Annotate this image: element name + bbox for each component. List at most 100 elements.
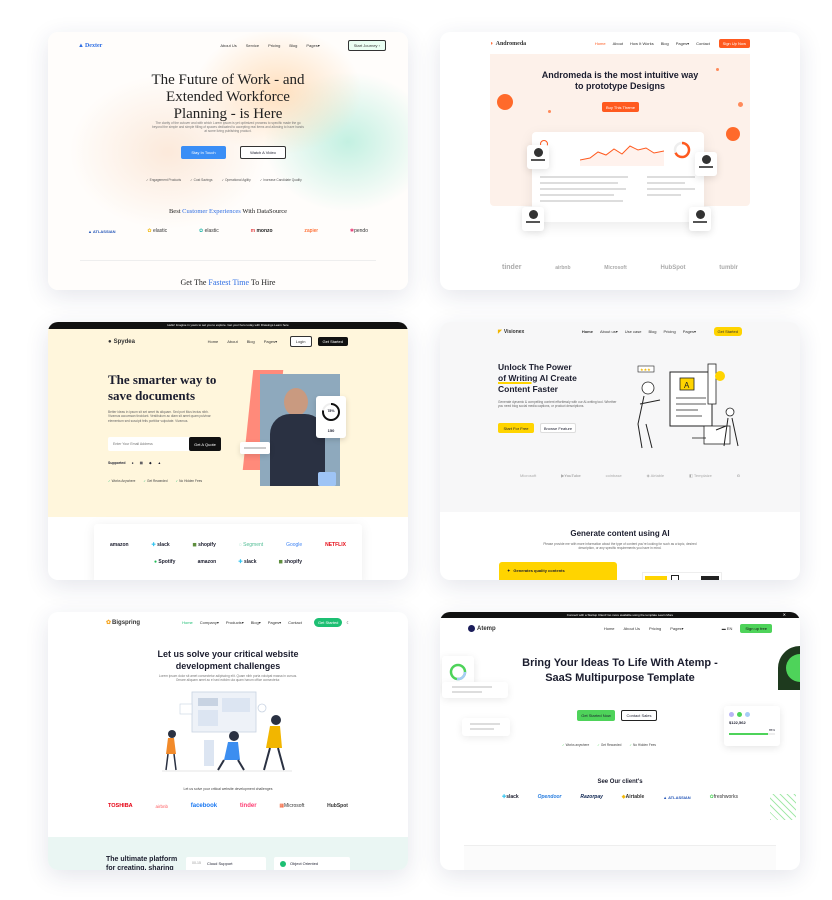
airtable-logo: ◈ Airtable	[646, 473, 665, 478]
nav-link[interactable]: Contact	[696, 41, 710, 46]
nav-link[interactable]: Home	[208, 339, 219, 344]
nav-link[interactable]: Home	[604, 626, 615, 631]
nav-link[interactable]: Company▾	[200, 620, 219, 625]
email-form: Get A Quote	[108, 437, 221, 451]
nav-link[interactable]: Blog	[661, 41, 669, 46]
start-journey-button[interactable]: Start Journey ›	[347, 40, 386, 51]
feature-item: ✓ No Hidden Fees	[175, 479, 203, 483]
navbar: ● Spydea Home About Blog Pages▾ Login Get…	[48, 336, 408, 347]
nav-link-active[interactable]: Home	[582, 329, 593, 334]
clients-title: See Our client's	[597, 779, 643, 785]
nav-link[interactable]: Contact	[288, 620, 302, 625]
shopify-logo: ◼ shopify	[278, 559, 302, 565]
next-section	[464, 845, 776, 870]
logo[interactable]: ◗ Andromeda	[490, 41, 526, 47]
nav-link[interactable]: About	[227, 339, 237, 344]
logo-icon: ✿	[106, 620, 112, 626]
decorative-dot	[716, 68, 719, 71]
nav-link[interactable]: Pricing	[663, 329, 675, 334]
logo[interactable]: Atemp	[468, 625, 496, 632]
close-icon[interactable]: ✕	[783, 612, 786, 618]
template-preview-atemp[interactable]: Connect with a Startup Client! Go more a…	[440, 612, 800, 870]
contact-sales-button[interactable]: Contact Sales	[621, 710, 657, 721]
chevron-down-icon: ▾	[216, 620, 219, 625]
nav-link[interactable]: Blog	[648, 329, 656, 334]
logo[interactable]: ● Spydea	[108, 339, 135, 345]
nav-link[interactable]: How It Works	[630, 41, 654, 46]
nav-link[interactable]: Pages▾	[676, 41, 689, 46]
nav-link[interactable]: Pricing	[649, 626, 661, 631]
color-dots	[724, 706, 780, 717]
template-preview-visionex[interactable]: ◤ Visionex Home About us▾ Use case Blog P…	[440, 322, 800, 580]
razorpay-logo: Razorpay	[580, 794, 603, 800]
language-select[interactable]: ▬ EN	[722, 626, 733, 631]
slack-logo: ✚ slack	[238, 559, 257, 565]
sign-up-button[interactable]: Sign Up Now	[718, 39, 750, 48]
template-preview-bigspring[interactable]: ✿ Bigspring Home Company▾ Products▾ Blog▾…	[48, 612, 408, 870]
moon-icon[interactable]: ☾	[346, 620, 350, 625]
logo[interactable]: ▲ Dexter	[78, 43, 102, 49]
nav-link[interactable]: Blog	[247, 339, 255, 344]
nav-link[interactable]: Pages▾	[268, 620, 281, 625]
get-started-button[interactable]: Get Started	[317, 337, 348, 346]
nav-link[interactable]: About Us	[624, 626, 640, 631]
nav-link[interactable]: Blog	[289, 43, 297, 48]
hero-buttons: Get Started Now Contact Sales	[577, 710, 657, 721]
opendoor-logo: Opendoor	[537, 794, 562, 800]
linux-icon: ▲	[157, 461, 162, 465]
chevron-down-icon: ▾	[615, 329, 618, 334]
login-button[interactable]: Login	[289, 336, 312, 347]
nav-link[interactable]: Pages▾	[670, 626, 683, 631]
nav-link[interactable]: About Us	[220, 43, 236, 48]
nav-link[interactable]: About	[613, 41, 623, 46]
get-started-button[interactable]: Get Started	[713, 327, 742, 336]
template-preview-spydea[interactable]: Hello! Imagine in yours to set you to ex…	[48, 322, 408, 580]
feature-item: ✓ Cost Savings	[190, 178, 213, 182]
nav-link[interactable]: Pages▾	[683, 329, 696, 334]
nav-link[interactable]: Pages▾	[306, 43, 319, 48]
slack-logo: ✚ slack	[151, 542, 170, 548]
nav-link[interactable]: Products▾	[226, 620, 244, 625]
nav-links: Home Company▾ Products▾ Blog▾ Pages▾ Con…	[182, 620, 302, 625]
template-preview-andromeda[interactable]: ◗ Andromeda Home About How It Works Blog …	[440, 32, 800, 290]
stat-percent: 85%	[768, 728, 775, 732]
buy-theme-button[interactable]: Buy This Theme	[602, 102, 639, 112]
sign-up-button[interactable]: Sign up free	[740, 624, 772, 633]
feature-item: ✓ Operational Agility	[221, 178, 251, 182]
google-icon: G	[736, 473, 740, 478]
browse-feature-button[interactable]: Browse Feature	[540, 423, 576, 433]
email-input[interactable]	[108, 442, 189, 446]
editor-mockup	[642, 572, 722, 580]
amazon-logo: amazon	[197, 559, 217, 565]
navbar: ▲ Dexter About Us Service Pricing Blog Pa…	[48, 40, 408, 51]
feature-list: ✓ Works Anywhere ✓ Get Rewarded ✓ No Hid…	[108, 479, 202, 483]
hero-title: Let us solve your critical website devel…	[157, 649, 299, 671]
brand-row: ● Spotify amazon ✚ slack ◼ shopify	[154, 559, 302, 565]
nav-link[interactable]: Pricing	[268, 43, 280, 48]
nav-actions: ▬ EN Sign up free	[722, 624, 772, 633]
get-quote-button[interactable]: Get A Quote	[189, 437, 221, 451]
decorative-shape	[318, 472, 336, 486]
nav-link[interactable]: Pages▾	[264, 339, 277, 344]
hero-buttons: Stay In Touch Watch A Video	[181, 146, 286, 159]
nav-link[interactable]: Blog▾	[251, 620, 261, 625]
nav-link[interactable]: Service	[246, 43, 259, 48]
nav-link-active[interactable]: Home	[595, 41, 606, 46]
stay-in-touch-button[interactable]: Stay In Touch	[181, 146, 226, 159]
start-free-button[interactable]: Start For Free	[498, 423, 534, 433]
logo[interactable]: ✿ Bigspring	[106, 619, 140, 627]
nav-link[interactable]: About us▾	[600, 329, 618, 334]
brand-logos: ▲ ATLASSIAN ✿ elastic ✿ elastic m monzo …	[88, 228, 368, 234]
get-started-button[interactable]: Get Started Now	[577, 710, 615, 721]
logo[interactable]: ◤ Visionex	[498, 329, 524, 335]
get-started-button[interactable]: Get Started	[313, 618, 343, 627]
sparkle-icon: ✦	[507, 568, 511, 573]
watch-video-button[interactable]: Watch A Video	[240, 146, 286, 159]
announcement-bar: Hello! Imagine in yours to set you to ex…	[48, 322, 408, 329]
shopify-logo: ◼ shopify	[192, 542, 216, 548]
tinder-logo: tinder	[239, 803, 257, 809]
nav-link-active[interactable]: Home	[182, 620, 193, 625]
nav-link[interactable]: Use case	[625, 329, 642, 334]
section-title: The ultimate platform for creating, shar…	[106, 856, 178, 870]
template-preview-dexter[interactable]: ▲ Dexter About Us Service Pricing Blog Pa…	[48, 32, 408, 290]
